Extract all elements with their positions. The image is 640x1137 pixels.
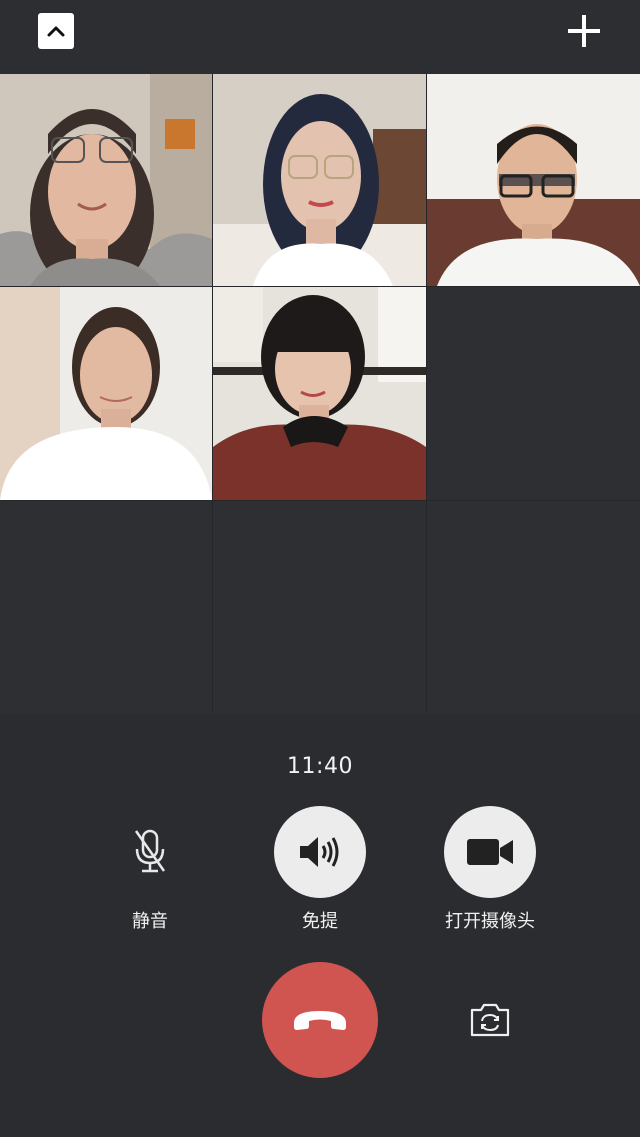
empty-slot-6: [427, 287, 640, 500]
camera-label: 打开摄像头: [445, 911, 535, 932]
empty-slot-8: [213, 501, 426, 714]
participant-video-3[interactable]: [427, 74, 640, 286]
plus-icon: [568, 15, 600, 47]
add-participant-button[interactable]: [564, 11, 604, 51]
video-camera-icon: [467, 839, 513, 865]
speaker-control[interactable]: 免提: [245, 806, 395, 933]
mute-control[interactable]: 静音: [75, 806, 225, 933]
speaker-icon: [300, 837, 339, 867]
mute-button[interactable]: [104, 806, 196, 898]
mute-label: 静音: [132, 911, 168, 932]
empty-slot-7: [0, 501, 212, 714]
participant-video-5[interactable]: [213, 287, 426, 500]
hangup-button[interactable]: [262, 962, 378, 1078]
flip-camera-button[interactable]: [468, 1000, 512, 1040]
participant-video-4[interactable]: [0, 287, 212, 500]
chevron-up-icon: [47, 26, 65, 37]
camera-button[interactable]: [444, 806, 536, 898]
speaker-label: 免提: [302, 911, 338, 932]
phone-hangup-icon: [294, 1011, 346, 1030]
top-bar: [0, 0, 640, 74]
call-duration: 11:40: [287, 754, 353, 779]
participant-video-2[interactable]: [213, 74, 426, 286]
empty-slot-9: [427, 501, 640, 714]
camera-flip-icon: [470, 1003, 510, 1037]
speaker-button[interactable]: [274, 806, 366, 898]
camera-control[interactable]: 打开摄像头: [415, 806, 565, 933]
collapse-button[interactable]: [38, 13, 74, 49]
microphone-off-icon: [134, 829, 166, 873]
participant-video-1[interactable]: [0, 74, 212, 286]
participant-grid: [0, 74, 640, 714]
